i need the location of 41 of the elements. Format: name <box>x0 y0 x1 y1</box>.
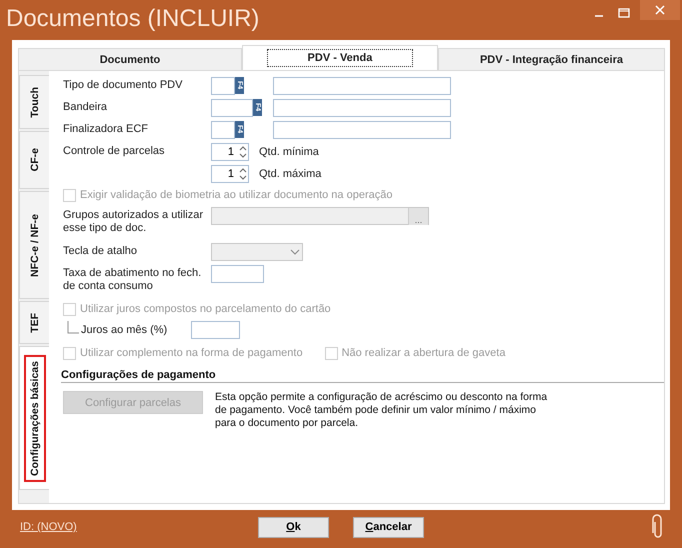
window-title: Documentos (INCLUIR) <box>6 4 260 33</box>
number-spinner[interactable]: 1 <box>211 165 249 183</box>
side-tab[interactable]: CF-e <box>19 131 49 189</box>
code-field[interactable] <box>211 99 253 117</box>
interest-field[interactable] <box>191 321 240 339</box>
close-button[interactable] <box>640 0 680 20</box>
chevron-down-icon <box>288 247 302 257</box>
close-icon <box>655 5 665 15</box>
side-tab[interactable]: Configurações básicas <box>19 346 49 490</box>
field-label: Grupos autorizados a utilizar esse tipo de doc. <box>63 208 204 235</box>
spin-arrows-icon[interactable] <box>238 145 248 159</box>
number-spinner[interactable]: 1 <box>211 143 249 161</box>
id-link[interactable]: ID: (NOVO) <box>20 521 258 533</box>
side-tab[interactable]: TEF <box>19 301 49 344</box>
paperclip-icon[interactable] <box>652 514 664 540</box>
field-label: Tecla de atalho <box>63 244 138 258</box>
section-heading: Configurações de pagamento <box>61 369 664 383</box>
maximize-icon[interactable] <box>618 8 630 18</box>
tab[interactable]: PDV - Venda <box>242 45 438 70</box>
field-label: Juros ao mês (%) <box>81 324 168 336</box>
spinner-caption: Qtd. mínima <box>259 146 319 158</box>
spinner-caption: Qtd. máxima <box>259 168 322 180</box>
side-tab[interactable]: Touch <box>19 75 49 129</box>
rate-field[interactable] <box>211 265 264 283</box>
field-label: Controle de parcelas <box>63 144 166 158</box>
field-label: Taxa de abatimento no fech. de conta consumo <box>63 266 202 293</box>
ok-button[interactable]: Ok <box>258 516 329 538</box>
description-text: Esta opção permite a configuração de acréscimo ou desconto na forma de pagamento. Você também pode definir um valor mínimo / máximo para o documento por parcela. <box>215 391 548 430</box>
tab[interactable]: Documento <box>18 48 242 70</box>
spin-arrows-icon[interactable] <box>238 167 248 181</box>
side-tab[interactable]: NFC-e / NF-e <box>19 191 49 299</box>
field-label: Tipo de documento PDV <box>63 78 184 92</box>
description-field[interactable] <box>273 99 451 117</box>
code-field[interactable] <box>211 77 235 95</box>
cancel-button[interactable]: Cancelar <box>353 516 424 538</box>
description-field[interactable] <box>273 77 451 95</box>
tab[interactable]: PDV - Integração financeira <box>438 48 665 70</box>
field-label: Finalizadora ECF <box>63 122 149 136</box>
code-field[interactable] <box>211 121 235 139</box>
field-label: Bandeira <box>63 100 108 114</box>
description-field[interactable] <box>273 121 451 139</box>
